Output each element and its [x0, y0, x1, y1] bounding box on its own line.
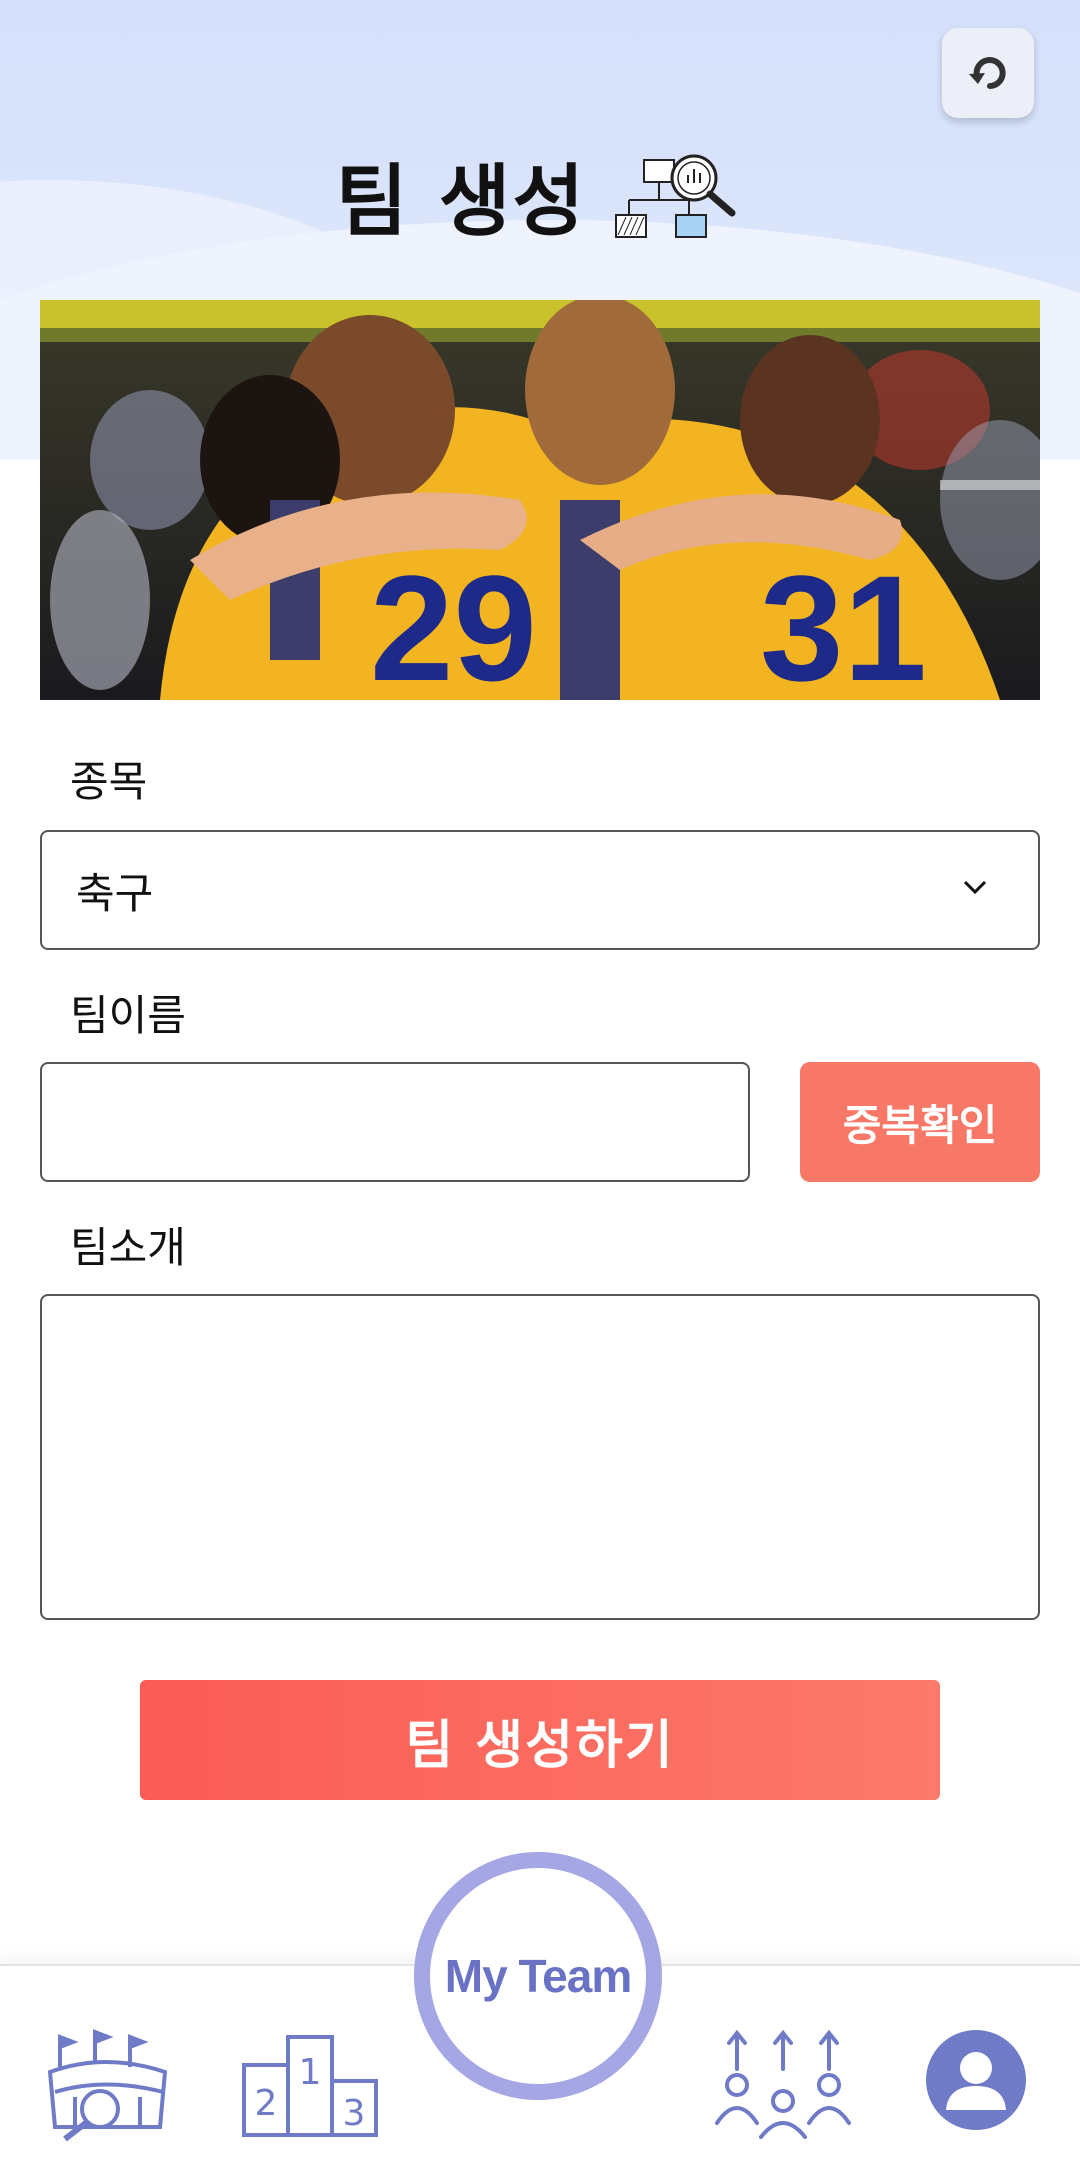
team-intro-label: 팀소개	[70, 1223, 186, 1272]
nav-profile[interactable]	[924, 2028, 1028, 2132]
chevron-down-icon	[963, 880, 987, 895]
duplicate-check-button[interactable]: 중복확인	[800, 1062, 1040, 1182]
svg-text:1: 1	[299, 2052, 322, 2093]
sport-select[interactable]: 축구	[40, 830, 1040, 950]
svg-text:29: 29	[370, 544, 537, 700]
team-name-label: 팀이름	[70, 991, 186, 1040]
create-team-button[interactable]: 팀 생성하기	[140, 1680, 940, 1800]
podium-icon: 1 2 3	[242, 2034, 378, 2137]
team-huddle-photo: 29 31	[40, 300, 1040, 700]
sport-select-value: 축구	[76, 868, 154, 918]
nav-stadium[interactable]	[40, 2024, 180, 2144]
svg-text:3: 3	[343, 2093, 366, 2134]
stadium-search-icon	[47, 2028, 168, 2141]
group-people-icon	[715, 2029, 851, 2139]
my-team-button[interactable]: My Team	[414, 1852, 662, 2100]
sport-label: 종목	[70, 757, 148, 806]
title-row: 팀 생성	[0, 140, 1080, 250]
back-arrow-icon	[969, 57, 1006, 89]
org-chart-search-icon	[615, 154, 736, 238]
nav-ranking[interactable]: 1 2 3	[240, 2026, 380, 2141]
svg-text:2: 2	[255, 2083, 278, 2124]
nav-community[interactable]	[708, 2024, 858, 2144]
page-title: 팀 생성	[335, 157, 587, 247]
svg-text:31: 31	[760, 544, 927, 700]
team-intro-textarea[interactable]	[40, 1294, 1040, 1620]
back-button[interactable]	[942, 28, 1034, 118]
profile-icon	[926, 2030, 1026, 2130]
team-name-input[interactable]	[40, 1062, 750, 1182]
